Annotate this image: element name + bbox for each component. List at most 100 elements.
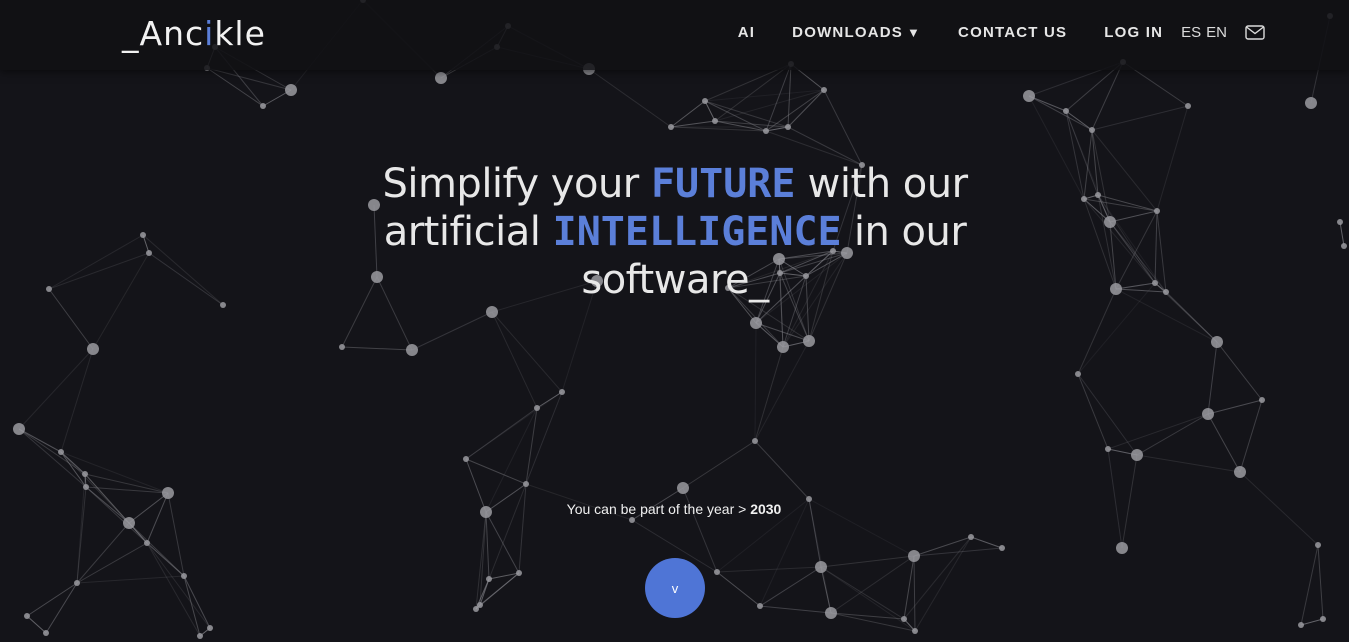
scroll-down-button[interactable]: v — [645, 558, 705, 618]
caret-down-icon: ▼ — [906, 25, 922, 40]
network-node — [162, 487, 174, 499]
network-node — [486, 576, 492, 582]
network-node — [1095, 192, 1101, 198]
network-node — [24, 613, 30, 619]
network-node — [1152, 280, 1158, 286]
network-node — [1163, 289, 1169, 295]
network-node — [763, 128, 769, 134]
network-node — [13, 423, 25, 435]
network-node — [912, 628, 918, 634]
network-node — [486, 306, 498, 318]
network-node — [1081, 196, 1087, 202]
network-node — [1131, 449, 1143, 461]
subtitle-text: You can be part of the year > — [566, 501, 751, 517]
network-node — [559, 389, 565, 395]
network-node — [629, 517, 635, 523]
network-node — [83, 484, 89, 490]
network-node — [1154, 208, 1160, 214]
network-node — [1305, 97, 1317, 109]
hero-highlight-intelligence: INTELLIGENCE — [552, 209, 842, 255]
network-node — [750, 317, 762, 329]
network-node — [1211, 336, 1223, 348]
hero-subtitle: You can be part of the year > 2030 — [474, 501, 874, 517]
network-node — [908, 550, 920, 562]
network-node — [1023, 90, 1035, 102]
network-node — [534, 405, 540, 411]
network-node — [406, 344, 418, 356]
network-node — [968, 534, 974, 540]
nav-downloads[interactable]: DOWNLOADS ▼ — [792, 24, 921, 41]
network-node — [702, 98, 708, 104]
network-node — [821, 87, 827, 93]
network-node — [516, 570, 522, 576]
network-node — [1259, 397, 1265, 403]
network-node — [146, 250, 152, 256]
network-node — [1185, 103, 1191, 109]
logo-rest: kle — [214, 14, 266, 53]
nav-ai[interactable]: AI — [738, 24, 755, 41]
network-node — [1234, 466, 1246, 478]
network-node — [123, 517, 135, 529]
network-node — [999, 545, 1005, 551]
network-node — [144, 540, 150, 546]
network-node — [901, 616, 907, 622]
network-node — [1063, 108, 1069, 114]
lang-en[interactable]: EN — [1206, 24, 1227, 41]
network-node — [43, 630, 49, 636]
network-background — [13, 0, 1347, 639]
hero-highlight-future: FUTURE — [650, 161, 796, 207]
network-node — [668, 124, 674, 130]
network-node — [523, 481, 529, 487]
network-node — [1341, 243, 1347, 249]
network-node — [1337, 219, 1343, 225]
subtitle-year: 2030 — [750, 501, 782, 517]
network-node — [752, 438, 758, 444]
mail-icon[interactable] — [1245, 25, 1265, 40]
network-node — [1075, 371, 1081, 377]
network-node — [197, 633, 203, 639]
logo-prefix: _A — [122, 14, 164, 53]
network-node — [58, 449, 64, 455]
network-node — [677, 482, 689, 494]
network-node — [181, 573, 187, 579]
network-node — [777, 341, 789, 353]
network-node — [1320, 616, 1326, 622]
network-node — [785, 124, 791, 130]
network-node — [825, 607, 837, 619]
network-node — [74, 580, 80, 586]
hero-text-1: Simplify your — [382, 161, 651, 207]
network-node — [1089, 127, 1095, 133]
network-node — [1298, 622, 1304, 628]
network-node — [285, 84, 297, 96]
chevron-down-icon: v — [671, 580, 679, 596]
nav-contact-us[interactable]: CONTACT US — [958, 24, 1067, 41]
main-nav: AI DOWNLOADS ▼ CONTACT US LOG IN ES EN — [701, 24, 1265, 41]
network-node — [714, 569, 720, 575]
network-node — [1110, 283, 1122, 295]
network-node — [435, 72, 447, 84]
network-node — [140, 232, 146, 238]
network-node — [260, 103, 266, 109]
network-node — [757, 603, 763, 609]
network-node — [87, 343, 99, 355]
network-node — [82, 471, 88, 477]
nav-downloads-label: DOWNLOADS — [792, 24, 903, 41]
network-node — [339, 344, 345, 350]
network-node — [1105, 446, 1111, 452]
navbar: _Ancikle AI DOWNLOADS ▼ CONTACT US LOG IN… — [0, 0, 1349, 70]
network-node — [815, 561, 827, 573]
nav-log-in[interactable]: LOG IN — [1104, 24, 1163, 41]
lang-es[interactable]: ES — [1181, 24, 1201, 41]
network-node — [1315, 542, 1321, 548]
network-node — [220, 302, 226, 308]
network-node — [207, 625, 213, 631]
network-node — [1202, 408, 1214, 420]
brand-logo[interactable]: _Ancikle — [122, 14, 266, 53]
network-node — [463, 456, 469, 462]
logo-accent: i — [204, 14, 215, 53]
network-node — [46, 286, 52, 292]
network-node — [1104, 216, 1116, 228]
network-node — [803, 335, 815, 347]
network-node — [1116, 542, 1128, 554]
hero-headline: Simplify your FUTURE with our artificial… — [320, 160, 1030, 304]
